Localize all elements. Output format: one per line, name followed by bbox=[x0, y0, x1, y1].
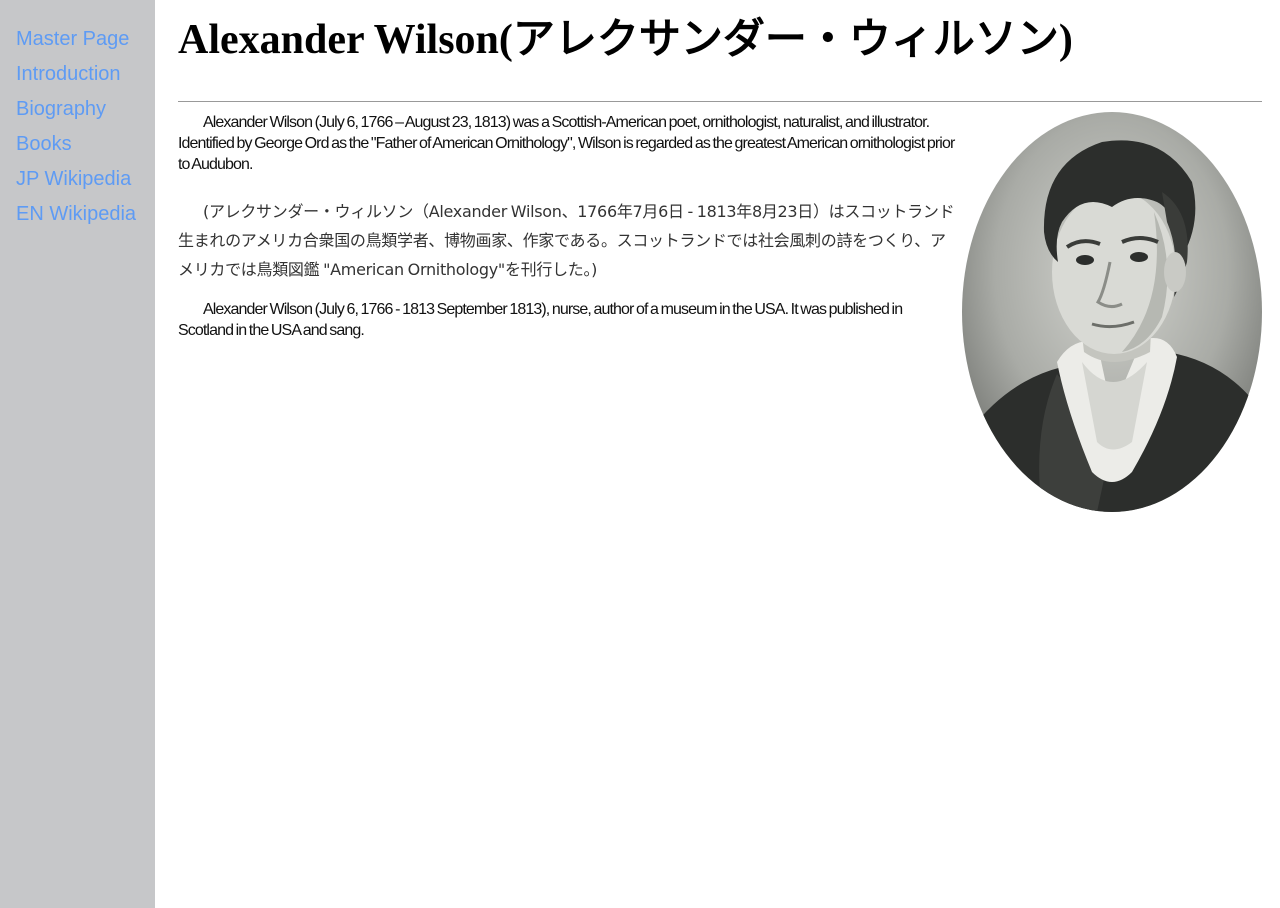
title-divider bbox=[178, 101, 1262, 102]
page-title: Alexander Wilson(アレクサンダー・ウィルソン) bbox=[178, 17, 1073, 63]
nav-link-introduction[interactable]: Introduction bbox=[16, 57, 155, 92]
nav-list: Master Page Introduction Biography Books… bbox=[0, 0, 155, 232]
nav-link-jp-wikipedia[interactable]: JP Wikipedia bbox=[16, 162, 155, 197]
nav-link-biography[interactable]: Biography bbox=[16, 92, 155, 127]
article-body: Alexander Wilson (July 6, 1766 – August … bbox=[178, 112, 1262, 512]
portrait-image bbox=[962, 112, 1262, 512]
main-content: Alexander Wilson(アレクサンダー・ウィルソン) Alexande… bbox=[178, 0, 1262, 522]
sidebar-nav: Master Page Introduction Biography Books… bbox=[0, 0, 155, 908]
nav-link-books[interactable]: Books bbox=[16, 127, 155, 162]
nav-link-master-page[interactable]: Master Page bbox=[16, 22, 155, 57]
nav-link-en-wikipedia[interactable]: EN Wikipedia bbox=[16, 197, 155, 232]
